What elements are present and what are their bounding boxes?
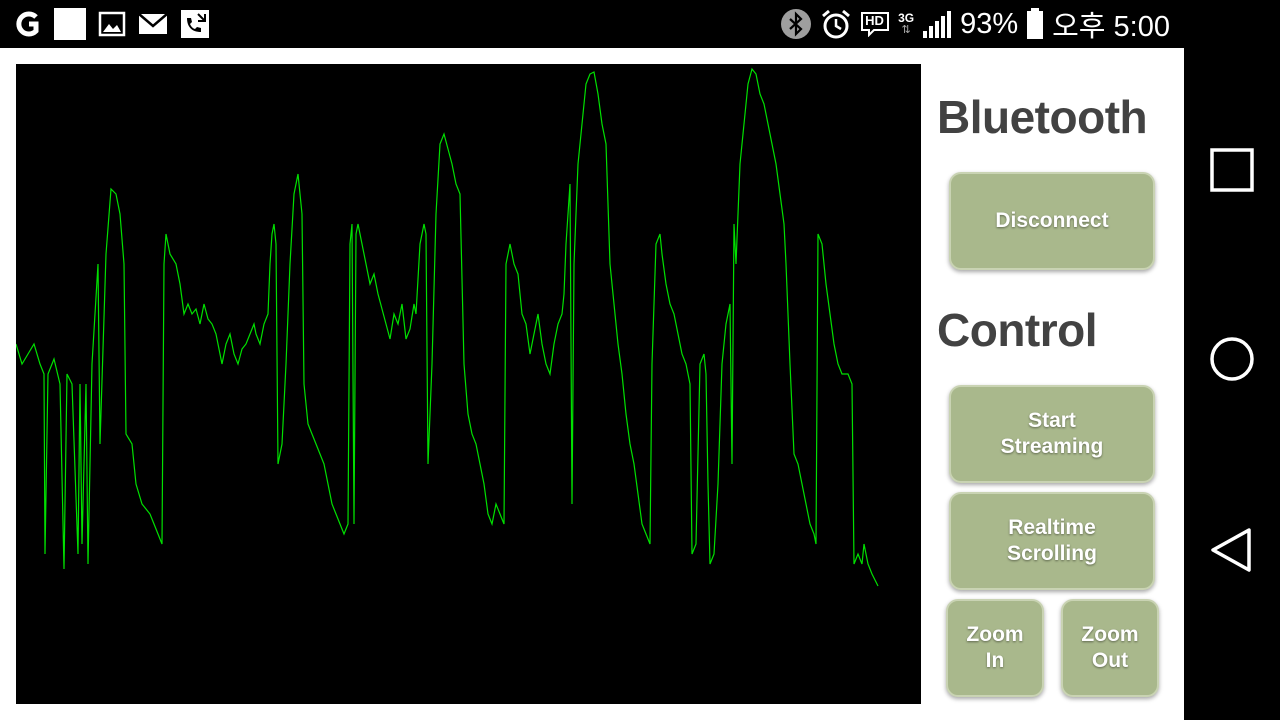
start-streaming-button[interactable]: Start Streaming <box>949 385 1155 483</box>
navigation-bar <box>1184 0 1280 720</box>
hd-icon: HD <box>860 11 890 37</box>
start-streaming-label-line1: Start <box>1028 409 1076 432</box>
network-3g-icon: 3G ⇅ <box>898 11 915 36</box>
recents-square-icon[interactable] <box>1209 147 1255 193</box>
system-status-icons: HD 3G ⇅ 93% 오후 5:00 <box>780 6 1170 43</box>
disconnect-label: Disconnect <box>995 209 1109 232</box>
control-heading: Control <box>937 304 1098 356</box>
signal-line <box>15 67 879 587</box>
mail-icon <box>138 13 168 34</box>
realtime-scrolling-label-line1: Realtime <box>1008 516 1096 539</box>
image-icon <box>98 11 126 37</box>
zoom-out-label-line2: Out <box>1091 649 1129 672</box>
zoom-in-button[interactable]: Zoom In <box>946 599 1044 697</box>
notification-icons <box>14 8 210 40</box>
phone-missed-icon <box>181 10 209 38</box>
start-streaming-label-line2: Streaming <box>1000 435 1104 458</box>
network-label: 3G <box>898 11 915 25</box>
battery-icon <box>1027 8 1044 39</box>
control-panel: Bluetooth Disconnect Control Start Strea… <box>921 48 1184 720</box>
disconnect-button[interactable]: Disconnect <box>949 172 1155 270</box>
signal-graph[interactable] <box>15 64 921 704</box>
hd-label: HD <box>865 13 884 28</box>
alarm-icon <box>822 9 851 39</box>
app-content: Bluetooth Disconnect Control Start Strea… <box>0 48 1184 720</box>
blank-notification-icon <box>54 8 86 40</box>
home-circle-icon[interactable] <box>1209 336 1255 382</box>
zoom-out-label-line1: Zoom <box>1081 623 1139 646</box>
zoom-out-button[interactable]: Zoom Out <box>1061 599 1159 697</box>
zoom-in-label-line1: Zoom <box>966 623 1024 646</box>
signal-icon <box>923 11 952 38</box>
realtime-scrolling-label-line2: Scrolling <box>1007 542 1097 565</box>
realtime-scrolling-button[interactable]: Realtime Scrolling <box>949 492 1155 590</box>
bluetooth-heading: Bluetooth <box>937 91 1148 143</box>
back-triangle-icon[interactable] <box>1209 527 1255 573</box>
bluetooth-icon <box>781 9 812 39</box>
battery-percent: 93% <box>960 7 1019 40</box>
signal-graph-canvas <box>15 67 879 587</box>
g-app-icon <box>16 11 39 37</box>
clock: 오후 5:00 <box>1052 11 1170 43</box>
zoom-in-label-line2: In <box>985 649 1005 672</box>
status-bar: HD 3G ⇅ 93% 오후 5:00 <box>0 0 1184 48</box>
